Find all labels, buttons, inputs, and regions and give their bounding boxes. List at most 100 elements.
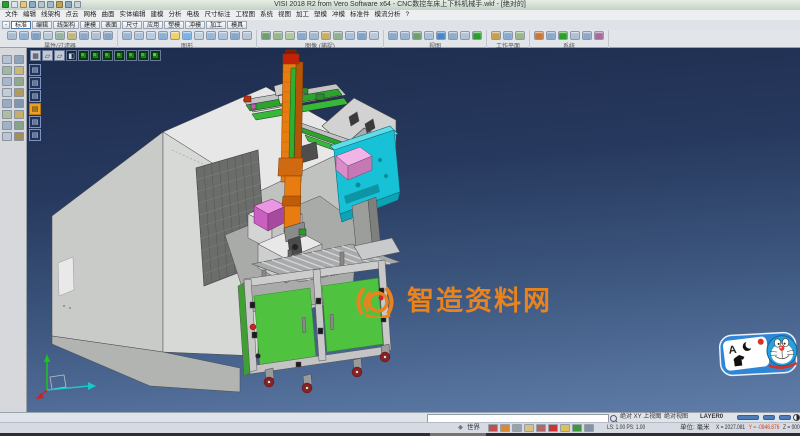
printer-icon[interactable]	[512, 424, 522, 432]
front-view-cube-icon[interactable]	[90, 50, 101, 61]
panel-icon[interactable]	[14, 99, 24, 108]
menu-item[interactable]: 建模	[151, 10, 164, 20]
layer-manager-icon[interactable]: ▤	[29, 77, 41, 89]
toolbar-tab[interactable]: 编辑	[32, 21, 52, 29]
menu-item[interactable]: 冲模	[332, 10, 345, 20]
lock-toggle-icon[interactable]: ▤	[29, 116, 41, 128]
info-toggle-icon[interactable]: ▤	[29, 129, 41, 141]
menu-item[interactable]: 实体编辑	[120, 10, 146, 20]
ribbon-icon[interactable]	[333, 31, 343, 40]
ribbon-icon[interactable]	[345, 31, 355, 40]
ribbon-icon[interactable]	[134, 31, 144, 40]
ribbon-icon[interactable]	[448, 31, 458, 40]
view-mode-label[interactable]: 绝对视图	[664, 413, 688, 422]
ribbon-icon[interactable]	[91, 31, 101, 40]
menu-item[interactable]: 加工	[296, 10, 309, 20]
ribbon-icon[interactable]	[594, 31, 604, 40]
menu-item[interactable]: 文件	[5, 10, 18, 20]
menu-item[interactable]: 电极	[187, 10, 200, 20]
toolbar-tab[interactable]: 尺寸	[122, 21, 142, 29]
status-pill-2[interactable]	[763, 415, 775, 420]
ribbon-icon[interactable]	[43, 31, 53, 40]
ribbon-icon[interactable]	[534, 31, 544, 40]
ribbon-icon[interactable]	[503, 31, 513, 40]
left-view-cube-icon[interactable]	[114, 50, 125, 61]
ribbon-icon[interactable]	[273, 31, 283, 40]
top-view-cube-icon[interactable]	[102, 50, 113, 61]
toolbar-tab[interactable]: 模具	[227, 21, 247, 29]
grid-snap-icon[interactable]	[584, 424, 594, 432]
panel-icon[interactable]	[2, 77, 12, 86]
panel-icon[interactable]	[2, 132, 12, 141]
folder-icon[interactable]	[500, 424, 510, 432]
ribbon-icon[interactable]	[7, 31, 17, 40]
tag-icon[interactable]	[560, 424, 570, 432]
panel-icon[interactable]	[14, 55, 24, 64]
panel-icon[interactable]	[14, 121, 24, 130]
panel-icon[interactable]	[14, 132, 24, 141]
ribbon-icon[interactable]	[67, 31, 77, 40]
toolbar-tab[interactable]: 标准	[11, 21, 31, 29]
toolbar-tab[interactable]: 建模	[80, 21, 100, 29]
panel-icon[interactable]	[14, 66, 24, 75]
menu-item[interactable]: 视图	[278, 10, 291, 20]
panel-icon[interactable]	[14, 88, 24, 97]
panel-icon[interactable]	[14, 77, 24, 86]
person-icon[interactable]	[524, 424, 534, 432]
ribbon-icon[interactable]	[297, 31, 307, 40]
toolbar-tab[interactable]: 冲模	[185, 21, 205, 29]
magnifier-icon[interactable]	[610, 415, 617, 422]
ribbon-icon[interactable]	[230, 31, 240, 40]
snap-mode-label[interactable]: 世界	[467, 423, 480, 433]
ribbon-icon[interactable]	[182, 31, 192, 40]
toolbar-tab[interactable]: 线架构	[53, 21, 79, 29]
menu-item[interactable]: 曲面	[102, 10, 115, 20]
ribbon-icon[interactable]	[122, 31, 132, 40]
grid-display-icon[interactable]: ▦	[30, 50, 41, 61]
solid-view-cube-icon[interactable]	[150, 50, 161, 61]
ribbon-icon[interactable]	[242, 31, 252, 40]
ribbon-icon[interactable]	[55, 31, 65, 40]
menu-item[interactable]: 标准件	[350, 10, 370, 20]
panel-icon[interactable]	[14, 110, 24, 119]
active-layer-label[interactable]: LAYER0	[700, 413, 723, 422]
ribbon-icon[interactable]	[546, 31, 556, 40]
toolbar-tab[interactable]: 应用	[143, 21, 163, 29]
panel-icon[interactable]	[2, 66, 12, 75]
ribbon-icon[interactable]	[491, 31, 501, 40]
ribbon-icon[interactable]	[206, 31, 216, 40]
ribbon-icon[interactable]	[570, 31, 580, 40]
workplane-toggle-icon[interactable]: ▤	[29, 90, 41, 102]
target-icon[interactable]	[548, 424, 558, 432]
ribbon-icon[interactable]	[170, 31, 180, 40]
status-pill-3[interactable]	[779, 415, 791, 420]
ribbon-icon[interactable]	[218, 31, 228, 40]
ribbon-icon[interactable]	[388, 31, 398, 40]
ribbon-icon[interactable]	[321, 31, 331, 40]
back-view-cube-icon[interactable]	[138, 50, 149, 61]
iso-view-cube-icon[interactable]	[78, 50, 89, 61]
ribbon-icon[interactable]	[460, 31, 470, 40]
menu-item[interactable]: ?	[406, 10, 410, 20]
hidden-line-view-icon[interactable]: ◧	[66, 50, 77, 61]
truck-icon[interactable]	[536, 424, 546, 432]
panel-icon[interactable]	[2, 55, 12, 64]
menu-item[interactable]: 分析	[169, 10, 182, 20]
panel-icon[interactable]	[2, 99, 12, 108]
right-view-cube-icon[interactable]	[126, 50, 137, 61]
ribbon-icon[interactable]	[472, 31, 482, 40]
ribbon-icon[interactable]	[285, 31, 295, 40]
ribbon-icon[interactable]	[79, 31, 89, 40]
toolbar-tab[interactable]: 塑模	[164, 21, 184, 29]
panel-icon[interactable]	[2, 121, 12, 130]
flag-icon[interactable]	[488, 424, 498, 432]
ribbon-icon[interactable]	[400, 31, 410, 40]
viewport-3d[interactable]	[27, 48, 800, 412]
ribbon-icon[interactable]	[194, 31, 204, 40]
clock-icon[interactable]	[572, 424, 582, 432]
ribbon-icon[interactable]	[103, 31, 113, 40]
ribbon-icon[interactable]	[424, 31, 434, 40]
ribbon-icon[interactable]	[582, 31, 592, 40]
ribbon-icon[interactable]	[436, 31, 446, 40]
theme-toggle-icon[interactable]	[793, 414, 800, 421]
